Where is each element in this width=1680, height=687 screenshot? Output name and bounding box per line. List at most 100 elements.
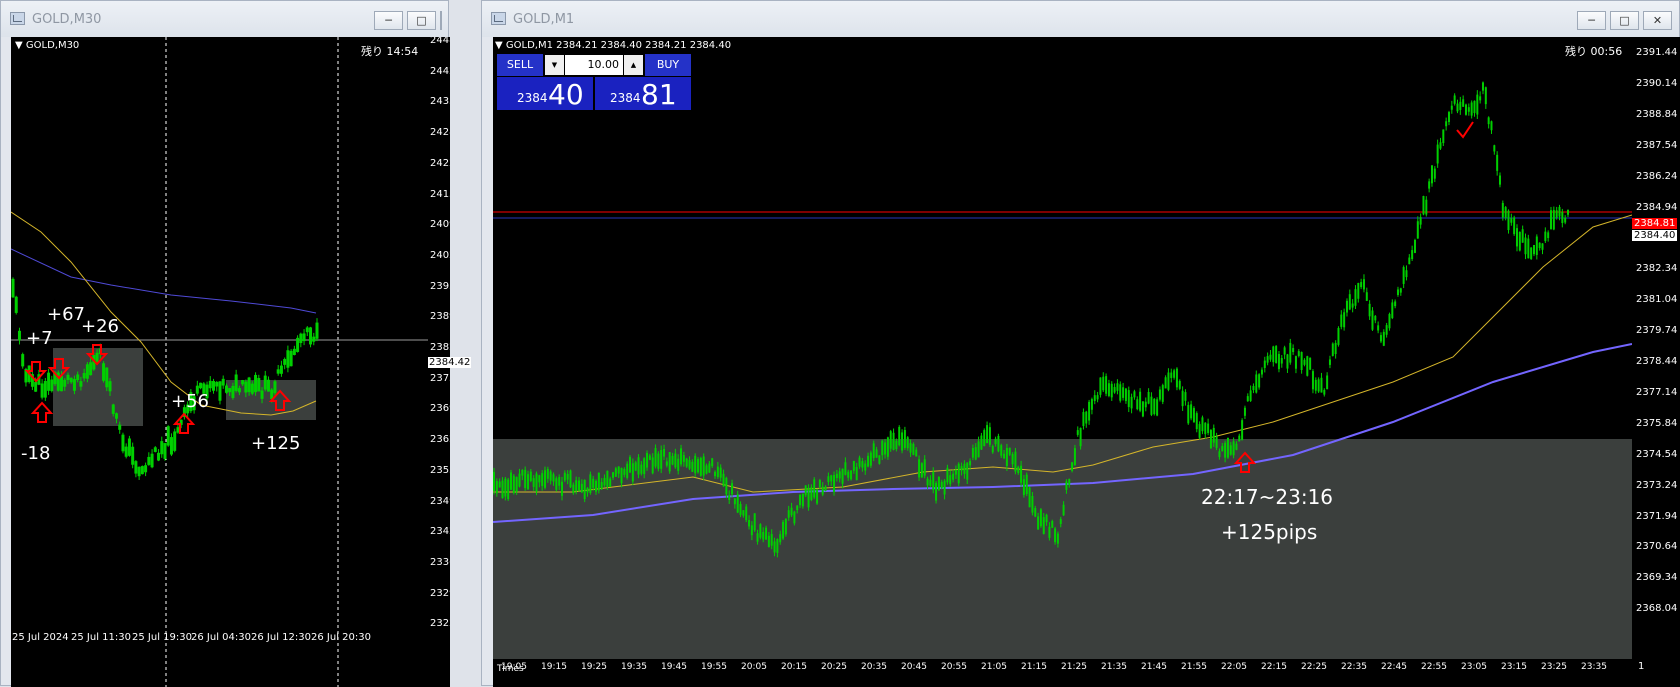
price-tick-label: 2329.40: [430, 587, 450, 599]
m30-candle-body: [134, 461, 138, 474]
m1-candle-body: [691, 461, 694, 472]
m30-candle-body: [228, 388, 232, 393]
m1-candle-body: [949, 475, 952, 485]
m1-candle-body: [1549, 210, 1552, 230]
close-button[interactable]: ✕: [1643, 11, 1672, 30]
maximize-button[interactable]: □: [407, 11, 436, 30]
time-tick-label: 19:45: [661, 662, 687, 672]
m1-candle-body: [816, 489, 819, 504]
m1-candle-body: [1164, 377, 1167, 389]
m1-candle-body: [668, 452, 671, 472]
close-button[interactable]: [440, 11, 442, 30]
m1-candle-body: [708, 463, 711, 473]
m30-candle-body: [127, 438, 131, 456]
minimize-button[interactable]: ─: [1577, 11, 1606, 30]
m1-candle-body: [495, 481, 498, 494]
m30-candle-body: [118, 424, 122, 430]
m1-candle-body: [971, 447, 974, 458]
m1-candle-body: [1343, 312, 1346, 328]
m1-candle-body: [773, 541, 776, 553]
sell-button[interactable]: SELL: [497, 54, 543, 76]
maximize-button[interactable]: □: [1610, 11, 1639, 30]
lot-decrease-button[interactable]: ▼: [545, 55, 564, 75]
m1-candle-body: [793, 511, 796, 524]
m1-candle-body: [745, 506, 748, 521]
m1-candle-body: [787, 510, 790, 518]
minimize-button[interactable]: ─: [374, 11, 403, 30]
m1-candle-body: [1433, 168, 1436, 179]
right-chart-window[interactable]: GOLD,M1 ─ □ ✕ ▼ GOLD,M1 2384.21 2384.40 …: [481, 0, 1680, 687]
m30-candle-body: [254, 374, 258, 393]
lot-size-input[interactable]: 10.00: [565, 55, 623, 75]
m1-candle-body: [929, 479, 932, 486]
ask-price-button[interactable]: 2384 81: [595, 77, 691, 111]
m1-candle-body: [1345, 300, 1348, 313]
m1-candle-body: [1130, 396, 1133, 409]
m1-candle-body: [1518, 232, 1521, 251]
profit-annotation: +67: [47, 304, 85, 325]
buy-button[interactable]: BUY: [645, 54, 691, 76]
m1-candle-body: [1090, 399, 1093, 410]
m1-candle-body: [782, 521, 785, 539]
m30-candle-body: [79, 381, 83, 387]
m1-candle-body: [1079, 427, 1082, 447]
m1-candle-body: [1136, 399, 1139, 410]
m1-candle-body: [884, 442, 887, 455]
title-bar[interactable]: GOLD,M1 ─ □ ✕: [482, 1, 1679, 37]
m1-candle-body: [1039, 509, 1042, 527]
price-tick-label: 2390.14: [1636, 77, 1678, 89]
lot-increase-button[interactable]: ▲: [624, 55, 643, 75]
m1-candle-body: [1127, 390, 1130, 408]
m1-candle-body: [776, 539, 779, 553]
m30-candle-body: [11, 278, 15, 298]
price-tick-label: 2395.60: [430, 280, 450, 292]
m1-candle-body: [1504, 207, 1507, 218]
title-bar[interactable]: GOLD,M30 ─ □: [1, 1, 448, 37]
m30-candle-body: [85, 364, 89, 379]
m30-candle-body: [43, 380, 47, 398]
m1-price-chart[interactable]: ▼ GOLD,M1 2384.21 2384.40 2384.21 2384.4…: [493, 37, 1632, 659]
profit-annotation: +125: [251, 433, 301, 454]
m1-candle-body: [736, 494, 739, 513]
price-tick-label: 2369.34: [1636, 572, 1678, 584]
m1-candle-body: [714, 471, 717, 477]
m1-candle-body: [1201, 417, 1204, 432]
time-tick-label: 21:35: [1101, 662, 1127, 672]
m1-candle-body: [810, 487, 813, 500]
m1-candle-body: [1034, 507, 1037, 517]
m1-candle-body: [1141, 401, 1144, 417]
m30-candle-body: [309, 327, 313, 345]
m30-candle-body: [147, 456, 151, 465]
m1-candle-body: [558, 477, 561, 486]
m1-candle-body: [850, 470, 853, 480]
left-chart-window[interactable]: GOLD,M30 ─ □ ▼ GOLD,M30 残り 14:54 2448.80…: [0, 0, 472, 687]
m1-candle-body: [629, 456, 632, 473]
m1-candle-body: [841, 468, 844, 484]
time-tick-label: 25 Jul 11:30: [71, 632, 131, 643]
m1-candle-body: [1377, 325, 1380, 331]
price-tick-label: 2387.54: [1636, 139, 1678, 151]
m1-candle-body: [1119, 384, 1122, 401]
m30-candle-body: [250, 383, 254, 394]
m1-candle-body: [728, 495, 731, 501]
m1-candle-body: [1263, 360, 1266, 368]
m1-candle-body: [1388, 314, 1391, 329]
m1-candle-body: [1479, 96, 1482, 101]
m30-candle-body: [131, 446, 135, 465]
m1-candle-body: [838, 471, 841, 479]
m1-candle-body: [878, 455, 881, 464]
m30-candle-body: [224, 385, 228, 393]
m1-candle-body: [1552, 209, 1555, 230]
symbol-label: ▼ GOLD,M30: [15, 40, 80, 51]
bid-price-button[interactable]: 2384 40: [497, 77, 593, 111]
m1-candle-body: [1476, 94, 1479, 115]
m30-price-chart[interactable]: ▼ GOLD,M30 残り 14:54: [11, 37, 428, 687]
price-tick-label: 2389.00: [430, 311, 450, 323]
m1-candle-body: [779, 534, 782, 543]
m30-candle-body: [114, 413, 118, 419]
m1-candle-body: [699, 458, 702, 476]
m1-candle-body: [824, 486, 827, 491]
m1-candle-body: [901, 432, 904, 451]
m1-candle-body: [555, 478, 558, 490]
m1-candle-body: [1385, 325, 1388, 335]
